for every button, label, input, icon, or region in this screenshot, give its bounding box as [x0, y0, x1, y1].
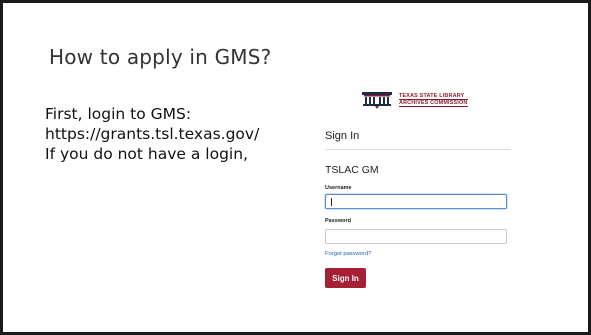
username-field[interactable]	[325, 194, 507, 209]
presentation-slide: How to apply in GMS? First, login to GMS…	[0, 0, 591, 335]
logo-text: TEXAS STATE LIBRARY ARCHIVES COMMISSION	[399, 93, 468, 107]
tslac-logo: TEXAS STATE LIBRARY ARCHIVES COMMISSION	[361, 91, 496, 109]
sign-in-heading: Sign In	[325, 130, 360, 142]
password-field[interactable]	[325, 229, 507, 244]
slide-title: How to apply in GMS?	[49, 45, 272, 69]
building-logo-icon	[362, 92, 392, 109]
body-line-login: First, login to GMS:	[45, 105, 192, 123]
app-name: TSLAC GM	[325, 164, 379, 176]
text-caret	[331, 198, 332, 206]
divider	[325, 149, 511, 150]
password-label: Password	[325, 218, 351, 224]
body-line-url: https://grants.tsl.texas.gov/	[45, 125, 260, 143]
slide-body: First, login to GMS: https://grants.tsl.…	[45, 104, 259, 164]
sign-in-button[interactable]: Sign In	[325, 268, 366, 288]
login-screenshot: TEXAS STATE LIBRARY ARCHIVES COMMISSION …	[317, 88, 517, 298]
forgot-password-link[interactable]: Forgot password?	[325, 251, 371, 257]
body-line-no-login: If you do not have a login,	[45, 145, 248, 163]
username-label: Username	[325, 185, 352, 191]
